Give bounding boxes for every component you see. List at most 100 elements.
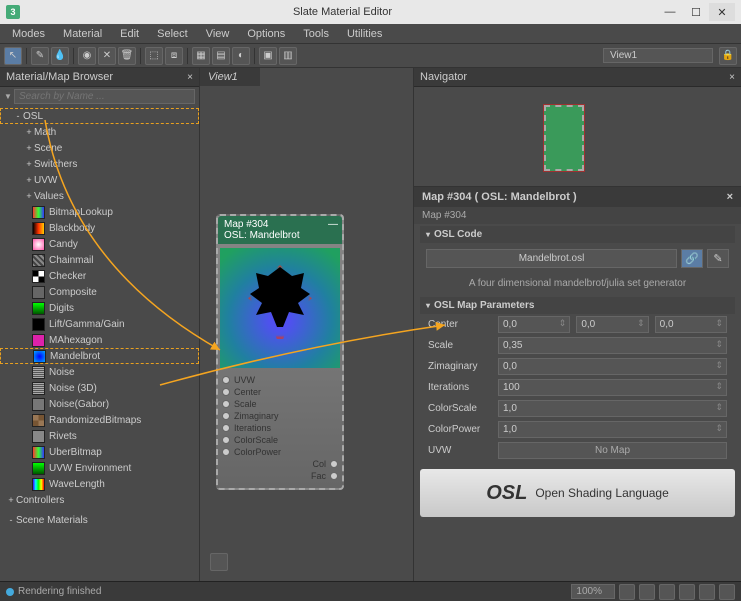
map-panel-subtitle: Map #304 bbox=[414, 207, 741, 224]
select-tool-icon[interactable]: ↖ bbox=[4, 47, 22, 65]
tree-item-noise3d[interactable]: Noise (3D) bbox=[0, 380, 199, 396]
zimaginary-spinner[interactable]: 0,0 bbox=[498, 358, 727, 375]
move-children-icon[interactable]: ⬚ bbox=[145, 47, 163, 65]
delete-icon[interactable]: 🗑 bbox=[118, 47, 136, 65]
sibling-icon[interactable]: ▥ bbox=[279, 47, 297, 65]
status-indicator-icon bbox=[6, 588, 14, 596]
menu-utilities[interactable]: Utilities bbox=[339, 26, 390, 42]
tree-category-math[interactable]: +Math bbox=[0, 124, 199, 140]
layout-all-icon[interactable] bbox=[699, 584, 715, 600]
tree-item-mandelbrot[interactable]: Mandelbrot bbox=[0, 348, 199, 364]
browser-tree: -OSL +Math +Scene +Switchers +UVW +Value… bbox=[0, 106, 199, 581]
node-input-uvw[interactable]: UVW bbox=[222, 374, 338, 386]
colorpower-spinner[interactable]: 1,0 bbox=[498, 421, 727, 438]
tree-category-values[interactable]: +Values bbox=[0, 188, 199, 204]
node-input-iterations[interactable]: Iterations bbox=[222, 422, 338, 434]
node-title[interactable]: Map #304 OSL: Mandelbrot — bbox=[218, 216, 342, 244]
pick-material-icon[interactable]: ✎ bbox=[31, 47, 49, 65]
show-end-icon[interactable]: ▤ bbox=[212, 47, 230, 65]
node-minimize-icon[interactable]: — bbox=[328, 219, 338, 230]
tree-item-chainmail[interactable]: Chainmail bbox=[0, 252, 199, 268]
tree-item-blackbody[interactable]: Blackbody bbox=[0, 220, 199, 236]
osl-description: A four dimensional mandelbrot/julia set … bbox=[420, 274, 735, 293]
close-button[interactable]: ✕ bbox=[709, 3, 735, 21]
zoom-region-icon[interactable] bbox=[659, 584, 675, 600]
node-input-colorscale[interactable]: ColorScale bbox=[222, 434, 338, 446]
zoom-icon[interactable] bbox=[639, 584, 655, 600]
map-panel-close-icon[interactable]: × bbox=[727, 191, 733, 203]
map-node-mandelbrot[interactable]: Map #304 OSL: Mandelbrot — UVW Center Sc… bbox=[216, 214, 344, 490]
search-input[interactable] bbox=[14, 89, 195, 104]
view-tab[interactable]: View1 bbox=[200, 68, 260, 86]
tree-item-noisegabor[interactable]: Noise(Gabor) bbox=[0, 396, 199, 412]
scale-spinner[interactable]: 0,35 bbox=[498, 337, 727, 354]
menu-options[interactable]: Options bbox=[239, 26, 293, 42]
tree-item-noise[interactable]: Noise bbox=[0, 364, 199, 380]
tree-item-wavelength[interactable]: WaveLength bbox=[0, 476, 199, 492]
osl-code-rollout[interactable]: OSL Code bbox=[420, 226, 735, 243]
tree-item-liftgammagain[interactable]: Lift/Gamma/Gain bbox=[0, 316, 199, 332]
tree-item-uberbitmap[interactable]: UberBitmap bbox=[0, 444, 199, 460]
node-output-fac[interactable]: Fac bbox=[222, 470, 338, 482]
remove-icon[interactable]: ✕ bbox=[98, 47, 116, 65]
browser-close-icon[interactable]: × bbox=[187, 72, 193, 83]
osl-filename-field[interactable]: Mandelbrot.osl bbox=[426, 249, 677, 268]
tree-item-rivets[interactable]: Rivets bbox=[0, 428, 199, 444]
lock-icon[interactable]: 🔒 bbox=[719, 47, 737, 65]
view-dropdown[interactable]: View1 bbox=[603, 48, 713, 63]
osl-params-rollout[interactable]: OSL Map Parameters bbox=[420, 297, 735, 314]
tree-item-bitmaplookup[interactable]: BitmapLookup bbox=[0, 204, 199, 220]
tree-item-checker[interactable]: Checker bbox=[0, 268, 199, 284]
tree-scene-materials[interactable]: -Scene Materials bbox=[0, 512, 199, 528]
search-options-icon[interactable]: ▼ bbox=[4, 92, 14, 101]
iterations-spinner[interactable]: 100 bbox=[498, 379, 727, 396]
node-output-col[interactable]: Col bbox=[222, 458, 338, 470]
colorscale-spinner[interactable]: 1,0 bbox=[498, 400, 727, 417]
node-input-center[interactable]: Center bbox=[222, 386, 338, 398]
navigator-close-icon[interactable]: × bbox=[729, 72, 735, 83]
maximize-button[interactable]: ☐ bbox=[683, 3, 709, 21]
node-canvas[interactable]: Map #304 OSL: Mandelbrot — UVW Center Sc… bbox=[200, 86, 413, 581]
tree-category-switchers[interactable]: +Switchers bbox=[0, 156, 199, 172]
center-z-spinner[interactable]: 0,0 bbox=[655, 316, 727, 333]
menu-tools[interactable]: Tools bbox=[295, 26, 337, 42]
node-preview[interactable] bbox=[220, 248, 340, 368]
node-input-zimaginary[interactable]: Zimaginary bbox=[222, 410, 338, 422]
osl-link-icon[interactable]: 🔗 bbox=[681, 249, 703, 268]
uvw-map-button[interactable]: No Map bbox=[498, 442, 727, 459]
tree-item-mahexagon[interactable]: MAhexagon bbox=[0, 332, 199, 348]
tree-osl[interactable]: -OSL bbox=[0, 108, 199, 124]
pan-tool-icon[interactable] bbox=[210, 553, 228, 571]
center-x-spinner[interactable]: 0,0 bbox=[498, 316, 570, 333]
layout-icon[interactable]: ⧈ bbox=[165, 47, 183, 65]
menu-modes[interactable]: Modes bbox=[4, 26, 53, 42]
tree-controllers[interactable]: +Controllers bbox=[0, 492, 199, 508]
tree-item-digits[interactable]: Digits bbox=[0, 300, 199, 316]
pan-icon[interactable] bbox=[619, 584, 635, 600]
show-map-icon[interactable]: ▦ bbox=[192, 47, 210, 65]
assign-icon[interactable]: ◉ bbox=[78, 47, 96, 65]
node-input-scale[interactable]: Scale bbox=[222, 398, 338, 410]
minimize-button[interactable]: — bbox=[657, 3, 683, 21]
menu-view[interactable]: View bbox=[198, 26, 238, 42]
navigator-view[interactable] bbox=[414, 87, 741, 187]
preview-icon[interactable]: ◐ bbox=[232, 47, 250, 65]
tree-category-scene[interactable]: +Scene bbox=[0, 140, 199, 156]
menu-select[interactable]: Select bbox=[149, 26, 196, 42]
tree-item-candy[interactable]: Candy bbox=[0, 236, 199, 252]
zoom-extents-icon[interactable] bbox=[679, 584, 695, 600]
right-panel: Navigator × Map #304 ( OSL: Mandelbrot )… bbox=[413, 68, 741, 581]
menu-material[interactable]: Material bbox=[55, 26, 110, 42]
sample-icon[interactable]: 💧 bbox=[51, 47, 69, 65]
node-input-colorpower[interactable]: ColorPower bbox=[222, 446, 338, 458]
center-y-spinner[interactable]: 0,0 bbox=[576, 316, 648, 333]
menu-edit[interactable]: Edit bbox=[112, 26, 147, 42]
parent-icon[interactable]: ▣ bbox=[259, 47, 277, 65]
tree-item-randomizedbitmaps[interactable]: RandomizedBitmaps bbox=[0, 412, 199, 428]
pan-to-selected-icon[interactable] bbox=[719, 584, 735, 600]
osl-edit-icon[interactable]: ✎ bbox=[707, 249, 729, 268]
tree-item-composite[interactable]: Composite bbox=[0, 284, 199, 300]
zoom-dropdown[interactable]: 100% bbox=[571, 584, 615, 599]
tree-item-uvwenvironment[interactable]: UVW Environment bbox=[0, 460, 199, 476]
tree-category-uvw[interactable]: +UVW bbox=[0, 172, 199, 188]
